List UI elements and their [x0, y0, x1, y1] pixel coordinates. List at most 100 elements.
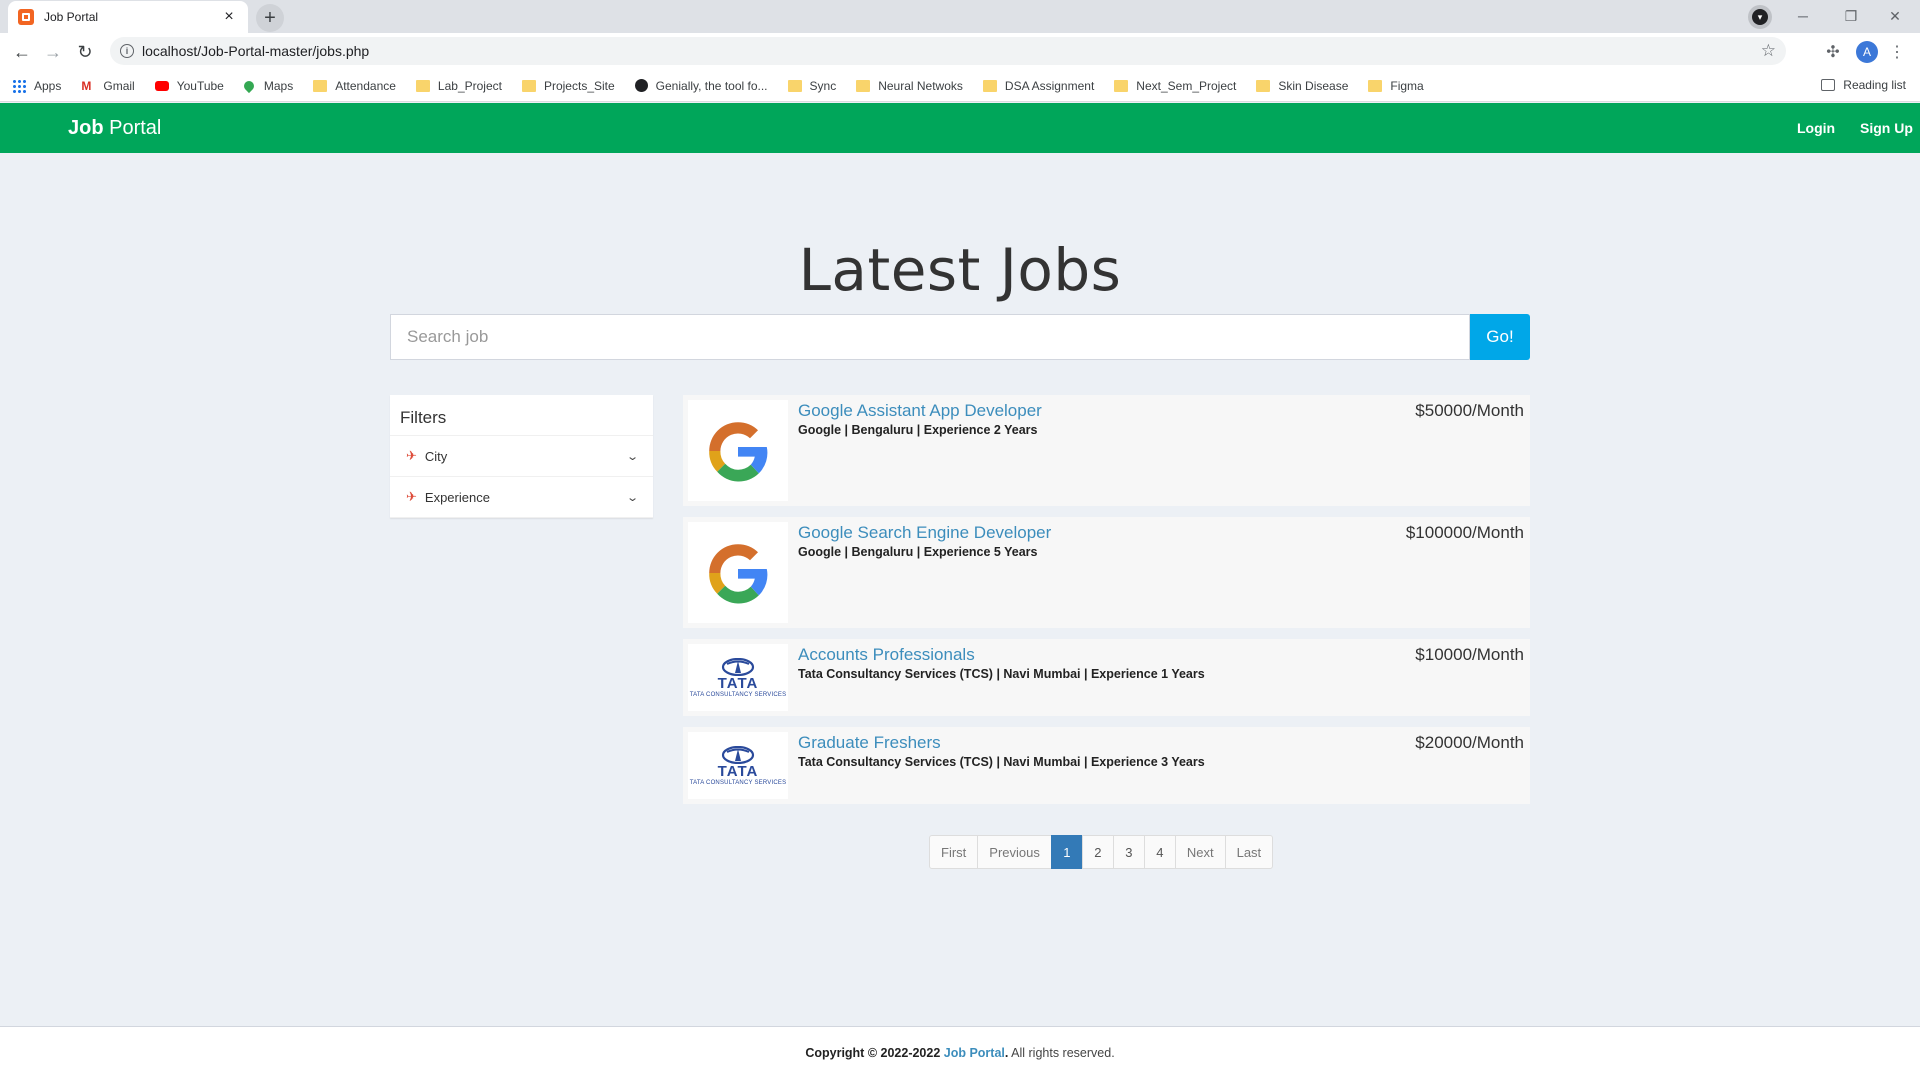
- kebab-menu-icon[interactable]: ⋮: [1886, 41, 1908, 63]
- bookmark-item[interactable]: Figma: [1368, 78, 1424, 93]
- brand-rest: Portal: [103, 117, 162, 139]
- bookmark-item[interactable]: DSA Assignment: [982, 79, 1094, 93]
- tata-subtitle: TATA CONSULTANCY SERVICES: [689, 691, 787, 698]
- minimize-icon[interactable]: ─: [1780, 4, 1826, 28]
- page-3[interactable]: 3: [1112, 835, 1145, 869]
- site-navbar: Job Portal Login Sign Up: [0, 103, 1920, 153]
- page-last[interactable]: Last: [1224, 835, 1274, 869]
- tata-subtitle: TATA CONSULTANCY SERVICES: [689, 779, 787, 786]
- folder-icon: [982, 79, 997, 92]
- folder-icon: [415, 79, 430, 92]
- bookmark-item[interactable]: Skin Disease: [1256, 79, 1348, 93]
- page-title: Latest Jobs: [798, 236, 1122, 304]
- brand-logo-link[interactable]: Job Portal: [68, 117, 161, 140]
- address-url[interactable]: localhost/Job-Portal-master/jobs.php: [142, 43, 1761, 59]
- youtube-icon: [154, 80, 169, 91]
- bookmark-item[interactable]: Attendance: [313, 79, 396, 93]
- bookmark-label: Apps: [34, 78, 62, 93]
- plane-icon: ✈: [406, 448, 417, 463]
- tata-logo: TATA TATA CONSULTANCY SERVICES: [688, 732, 788, 799]
- plane-icon: ✈: [406, 489, 417, 504]
- page-first[interactable]: First: [929, 835, 979, 869]
- job-meta: Google | Bengaluru | Experience 2 Years: [798, 423, 1038, 437]
- browser-tabstrip: Job Portal × + ▾ ─ ❐ ✕: [0, 0, 1920, 33]
- window-close-icon[interactable]: ✕: [1872, 4, 1918, 28]
- job-meta: Google | Bengaluru | Experience 5 Years: [798, 545, 1038, 559]
- reading-list-label: Reading list: [1843, 78, 1906, 92]
- chevron-down-icon[interactable]: ⌄: [626, 450, 639, 463]
- bookmark-item[interactable]: M Gmail: [81, 79, 134, 93]
- job-title-link[interactable]: Graduate Freshers: [798, 733, 941, 753]
- filter-experience[interactable]: ✈ Experience ⌄: [390, 477, 653, 518]
- extensions-puzzle-icon[interactable]: ✣: [1822, 41, 1844, 63]
- tab-close-icon[interactable]: ×: [220, 8, 238, 26]
- page-2[interactable]: 2: [1081, 835, 1114, 869]
- forward-arrow-icon[interactable]: →: [40, 39, 66, 65]
- job-card: Google Assistant App Developer Google | …: [683, 395, 1530, 506]
- pagination: First Previous 1 2 3 4 Next Last: [929, 835, 1274, 869]
- filter-city[interactable]: ✈ City ⌄: [390, 436, 653, 477]
- folder-icon: [1368, 79, 1383, 92]
- filters-panel: Filters ✈ City ⌄ ✈ Experience ⌄: [390, 395, 653, 518]
- tab-search-button[interactable]: ▾: [1748, 5, 1772, 29]
- footer-brand-link[interactable]: Job Portal: [944, 1046, 1005, 1060]
- bookmark-label: Genially, the tool fo...: [655, 78, 768, 93]
- google-g-icon: [709, 421, 768, 482]
- address-bar[interactable]: i localhost/Job-Portal-master/jobs.php ☆: [110, 37, 1786, 65]
- bookmark-label: Gmail: [103, 78, 135, 93]
- bookmark-label: Projects_Site: [543, 78, 615, 93]
- bookmark-label: Neural Netwoks: [878, 78, 963, 93]
- bookmarks-bar: Apps M Gmail YouTube Maps Attendance Lab_Proje…: [0, 70, 1920, 102]
- job-meta: Tata Consultancy Services (TCS) | Navi M…: [798, 667, 1205, 681]
- browser-toolbar: ← → ↻ i localhost/Job-Portal-master/jobs…: [0, 33, 1920, 70]
- job-title-link[interactable]: Accounts Professionals: [798, 645, 975, 665]
- reading-list-button[interactable]: Reading list: [1821, 78, 1906, 92]
- restore-icon[interactable]: ❐: [1828, 4, 1874, 28]
- folder-icon: [1256, 79, 1271, 92]
- bookmark-item[interactable]: Lab_Project: [415, 79, 502, 93]
- bookmark-label: YouTube: [176, 78, 224, 93]
- bookmark-label: Figma: [1390, 78, 1424, 93]
- bookmark-item[interactable]: Genially, the tool fo...: [634, 78, 768, 93]
- search-input[interactable]: [390, 314, 1470, 360]
- job-title-link[interactable]: Google Assistant App Developer: [798, 401, 1042, 421]
- footer-copyright: Copyright © 2022-2022: [805, 1046, 944, 1060]
- job-salary: $50000/Month: [1415, 401, 1524, 420]
- new-tab-button[interactable]: +: [256, 4, 284, 32]
- filter-label: Experience: [424, 489, 490, 505]
- search-go-button[interactable]: Go!: [1470, 314, 1530, 360]
- apps-grid-icon: [12, 78, 26, 93]
- bookmark-item[interactable]: Sync: [787, 79, 836, 93]
- chevron-down-icon: ▾: [1752, 9, 1768, 25]
- back-arrow-icon[interactable]: ←: [9, 39, 35, 65]
- job-title-link[interactable]: Google Search Engine Developer: [798, 523, 1051, 543]
- tata-emblem-icon: [721, 745, 755, 764]
- browser-tab[interactable]: Job Portal ×: [8, 1, 248, 33]
- reload-icon[interactable]: ↻: [72, 39, 98, 65]
- site-info-icon[interactable]: i: [120, 44, 134, 58]
- page-previous[interactable]: Previous: [977, 835, 1052, 869]
- bookmark-item[interactable]: Next_Sem_Project: [1114, 79, 1236, 93]
- page-next[interactable]: Next: [1174, 835, 1226, 869]
- bookmark-item[interactable]: Apps: [12, 78, 62, 93]
- bookmark-item[interactable]: YouTube: [154, 78, 224, 93]
- page-1[interactable]: 1: [1050, 835, 1083, 869]
- bookmark-star-icon[interactable]: ☆: [1761, 41, 1776, 61]
- page-4[interactable]: 4: [1143, 835, 1176, 869]
- tata-emblem-icon: [721, 657, 755, 676]
- page-footer: Copyright © 2022-2022 Job Portal. All ri…: [0, 1026, 1920, 1079]
- tab-title: Job Portal: [44, 10, 99, 24]
- signup-link[interactable]: Sign Up: [1860, 120, 1913, 136]
- login-link[interactable]: Login: [1797, 120, 1835, 136]
- chevron-down-icon[interactable]: ⌄: [626, 491, 639, 504]
- profile-avatar[interactable]: A: [1856, 41, 1878, 63]
- gmail-icon: M: [81, 78, 92, 93]
- bookmark-item[interactable]: Neural Netwoks: [856, 79, 963, 93]
- bookmark-item[interactable]: Projects_Site: [521, 78, 615, 93]
- bookmark-label: Maps: [263, 78, 294, 93]
- brand-bold: Job: [68, 117, 104, 139]
- tata-logo: TATA TATA CONSULTANCY SERVICES: [688, 644, 788, 711]
- google-logo: [688, 400, 788, 501]
- folder-icon: [1114, 79, 1129, 92]
- bookmark-item[interactable]: Maps: [241, 78, 294, 93]
